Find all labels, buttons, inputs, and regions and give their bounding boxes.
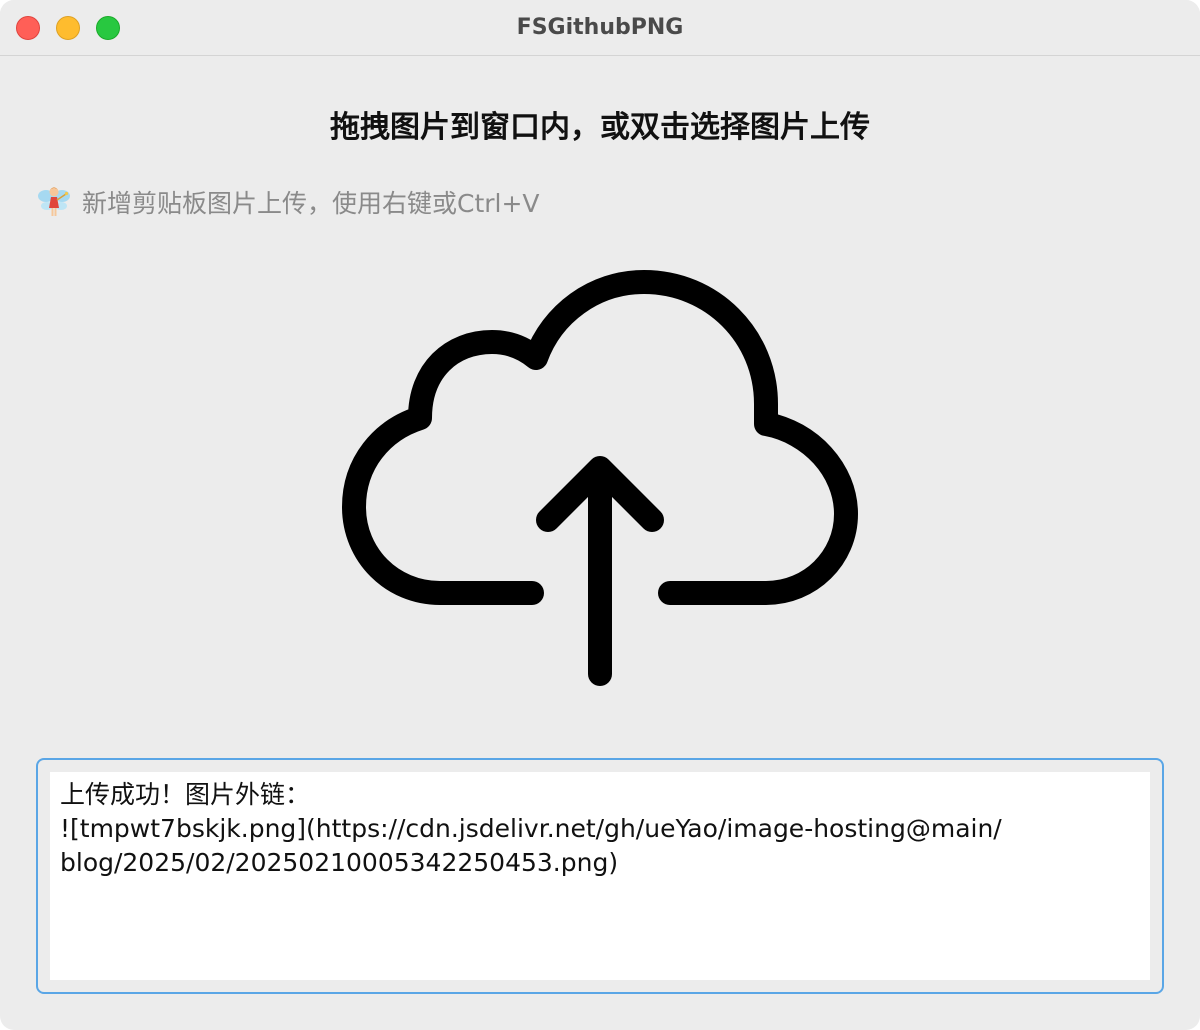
title-bar[interactable]: FSGithubPNG <box>0 0 1200 56</box>
cloud-upload-icon <box>342 270 858 686</box>
result-textarea[interactable]: 上传成功！图片外链： ![tmpwt7bskjk.png](https://cd… <box>50 772 1150 980</box>
clipboard-hint-text: 新增剪贴板图片上传，使用右键或Ctrl+V <box>82 189 540 218</box>
drop-zone[interactable] <box>340 270 860 700</box>
app-window: FSGithubPNG 拖拽图片到窗口内，或双击选择图片上传 新增剪贴板图片上传… <box>0 0 1200 1030</box>
drop-instruction-heading: 拖拽图片到窗口内，或双击选择图片上传 <box>330 110 870 145</box>
window-title: FSGithubPNG <box>516 15 684 40</box>
result-box: 上传成功！图片外链： ![tmpwt7bskjk.png](https://cd… <box>36 758 1164 994</box>
clipboard-hint: 新增剪贴板图片上传，使用右键或Ctrl+V <box>36 180 540 224</box>
fairy-emoji-icon <box>36 184 72 220</box>
